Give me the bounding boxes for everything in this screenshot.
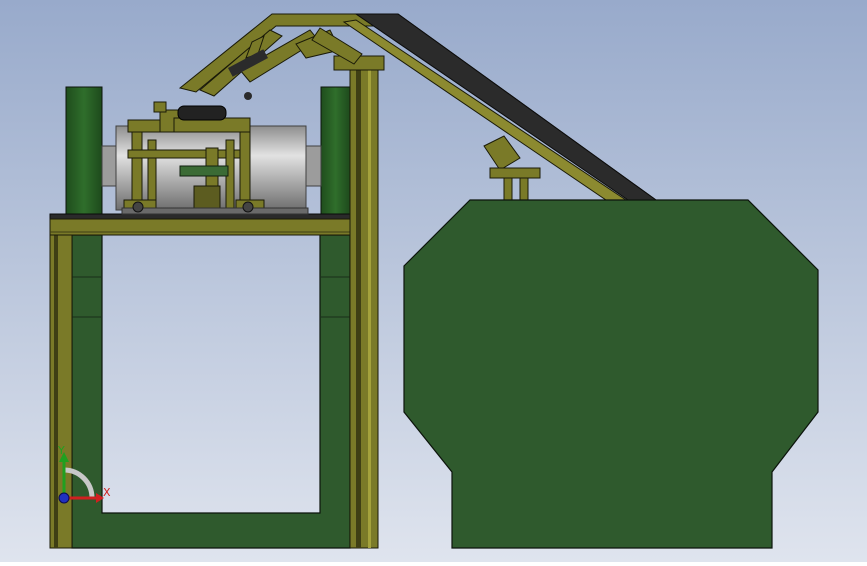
triad-x-label: X: [103, 486, 111, 499]
drum-base-plate: [193, 185, 221, 211]
triad-z-origin: [58, 492, 70, 504]
center-column-highlight: [368, 60, 371, 548]
platform-deck: [49, 218, 351, 236]
drum-hub-left: [101, 145, 117, 187]
drum-hub-right: [305, 145, 322, 187]
left-steel-leg-shadow: [54, 235, 58, 548]
drum-wheel-right: [242, 201, 254, 213]
drum-wheel-left: [132, 201, 144, 213]
triad-y-label: Y: [57, 444, 65, 457]
platform-deck-top: [49, 213, 351, 220]
center-column-shadow: [356, 60, 361, 548]
drum-foot-base: [121, 207, 309, 215]
left-flange-wheel: [65, 86, 103, 218]
cad-viewport[interactable]: X Y: [0, 0, 867, 562]
right-flange-wheel: [320, 86, 351, 218]
hopper-cabinet: [403, 199, 819, 549]
center-column: [349, 59, 379, 549]
hood-roller: [244, 92, 252, 100]
cad-model-view: X Y: [0, 0, 867, 562]
drum-gearbox: [179, 165, 229, 177]
motor-cylinder: [177, 105, 227, 121]
